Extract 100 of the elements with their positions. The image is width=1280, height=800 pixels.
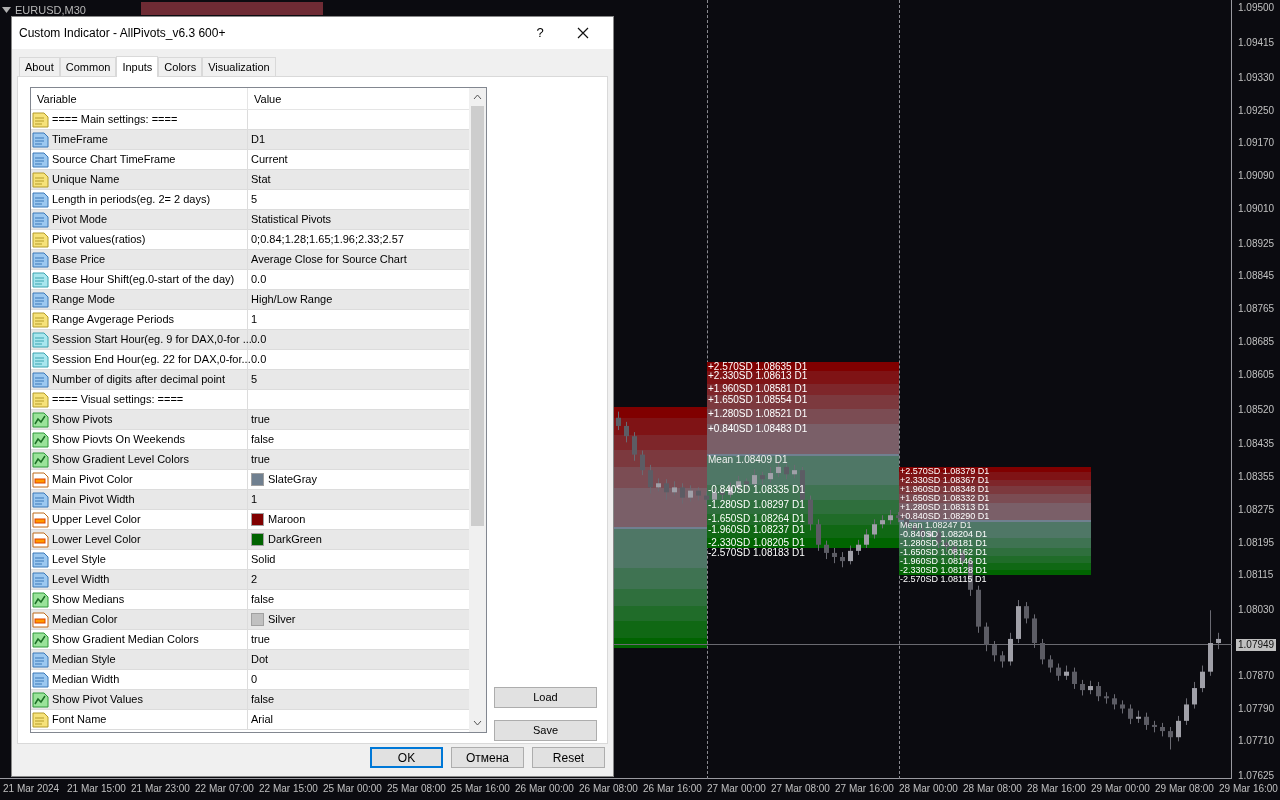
parameter-name[interactable]: Base Price <box>52 251 106 268</box>
parameter-value[interactable]: Average Close for Source Chart <box>251 251 407 268</box>
parameter-name[interactable]: Session Start Hour(eg. 9 for DAX,0-for ... <box>52 331 252 348</box>
parameter-value[interactable]: Arial <box>251 711 273 728</box>
parameter-name[interactable]: Show Gradient Level Colors <box>52 451 189 468</box>
parameter-name[interactable]: Show Pivot Values <box>52 691 143 708</box>
parameter-name[interactable]: Main Pivot Color <box>52 471 133 488</box>
parameter-name[interactable]: Median Style <box>52 651 116 668</box>
parameter-name[interactable]: Number of digits after decimal point <box>52 371 226 388</box>
parameter-type-icon <box>32 331 49 348</box>
parameter-name[interactable]: Show Piovts On Weekends <box>52 431 186 448</box>
parameter-name[interactable]: Upper Level Color <box>52 511 141 528</box>
time-axis-label: 22 Mar 15:00 <box>259 782 319 796</box>
parameter-value[interactable]: true <box>251 631 270 648</box>
parameter-name[interactable]: Unique Name <box>52 171 120 188</box>
pivot-level-label: -1.280SD 1.08297 D1 <box>708 500 805 509</box>
time-axis-label: 28 Mar 16:00 <box>1027 782 1087 796</box>
parameter-name[interactable]: Level Width <box>52 571 110 588</box>
tab[interactable]: About <box>19 57 60 76</box>
time-axis-label: 29 Mar 16:00 <box>1219 782 1279 796</box>
price-axis-label: 1.09250 <box>1237 104 1276 117</box>
parameter-value[interactable]: SlateGray <box>268 471 317 488</box>
parameter-value[interactable]: Dot <box>251 651 269 668</box>
parameter-name[interactable]: Range Avgerage Periods <box>52 311 175 328</box>
parameter-value[interactable]: Maroon <box>268 511 306 528</box>
parameter-value[interactable]: false <box>251 691 275 708</box>
pivot-level-label: Mean 1.08409 D1 <box>708 455 788 464</box>
parameter-name[interactable]: Base Hour Shift(eg.0-start of the day) <box>52 271 235 288</box>
dialog-button[interactable]: OK <box>370 747 443 768</box>
parameter-value[interactable]: 0 <box>251 671 258 688</box>
scrollbar[interactable] <box>469 88 486 732</box>
parameter-value[interactable]: Solid <box>251 551 276 568</box>
parameter-value[interactable]: true <box>251 411 270 428</box>
parameter-name[interactable]: Source Chart TimeFrame <box>52 151 176 168</box>
parameter-value[interactable]: Statistical Pivots <box>251 211 332 228</box>
parameter-name[interactable]: Lower Level Color <box>52 531 141 548</box>
parameter-value[interactable]: false <box>251 431 275 448</box>
parameter-name[interactable]: Pivot values(ratios) <box>52 231 146 248</box>
price-axis-label: 1.09090 <box>1237 170 1276 183</box>
price-axis-label: 1.07790 <box>1237 702 1276 715</box>
parameter-name[interactable]: Show Pivots <box>52 411 113 428</box>
parameter-name[interactable]: Range Mode <box>52 291 115 308</box>
parameter-name[interactable]: Main Pivot Width <box>52 491 135 508</box>
time-axis-label: 27 Mar 08:00 <box>771 782 831 796</box>
parameter-name[interactable]: Level Style <box>52 551 106 568</box>
tab[interactable]: Visualization <box>202 57 276 76</box>
parameter-value[interactable]: 2 <box>251 571 258 588</box>
price-axis-label: 1.08605 <box>1237 368 1276 381</box>
tab[interactable]: Colors <box>158 57 203 76</box>
help-button[interactable]: ? <box>520 19 560 47</box>
parameter-type-icon <box>32 371 49 388</box>
parameter-value[interactable]: 1 <box>251 491 258 508</box>
dialog-button[interactable]: Отмена <box>451 747 524 768</box>
parameter-name[interactable]: ==== Main settings: ==== <box>52 111 178 128</box>
price-axis-label: 1.07870 <box>1237 669 1276 682</box>
column-header[interactable]: Variable <box>31 88 248 109</box>
parameter-value[interactable]: DarkGreen <box>268 531 322 548</box>
parameter-value[interactable]: 0.0 <box>251 271 267 288</box>
tab[interactable]: Inputs <box>116 56 159 77</box>
parameter-name[interactable]: Length in periods(eg. 2= 2 days) <box>52 191 211 208</box>
parameter-type-icon <box>32 111 49 128</box>
parameter-value[interactable]: Silver <box>268 611 296 628</box>
parameter-value[interactable]: 0.0 <box>251 351 267 368</box>
time-axis-label: 21 Mar 2024 <box>3 782 61 796</box>
parameter-value[interactable]: true <box>251 451 270 468</box>
parameter-name[interactable]: Font Name <box>52 711 107 728</box>
parameter-name[interactable]: Session End Hour(eg. 22 for DAX,0-for... <box>52 351 251 368</box>
side-button[interactable]: Load <box>494 687 597 708</box>
dropdown-triangle-icon[interactable] <box>2 7 11 14</box>
price-axis-label: 1.08195 <box>1237 536 1276 549</box>
parameter-value[interactable]: 5 <box>251 191 258 208</box>
parameter-value[interactable]: 0;0.84;1.28;1.65;1.96;2.33;2.57 <box>251 231 404 248</box>
close-icon <box>577 27 589 39</box>
parameter-value[interactable]: 5 <box>251 371 258 388</box>
parameter-name[interactable]: ==== Visual settings: ==== <box>52 391 184 408</box>
parameter-name[interactable]: TimeFrame <box>52 131 108 148</box>
pivot-level-label: -1.650SD 1.08162 D1 <box>900 548 988 557</box>
side-button[interactable]: Save <box>494 720 597 741</box>
tab[interactable]: Common <box>59 57 117 76</box>
parameter-value[interactable]: Stat <box>251 171 271 188</box>
parameter-value[interactable]: false <box>251 591 275 608</box>
parameter-value[interactable]: 1 <box>251 311 258 328</box>
parameter-value[interactable]: 0.0 <box>251 331 267 348</box>
parameter-name[interactable]: Median Width <box>52 671 120 688</box>
pivot-level-label: Mean 1.08247 D1 <box>900 521 972 530</box>
parameter-value[interactable]: High/Low Range <box>251 291 333 308</box>
parameter-name[interactable]: Show Medians <box>52 591 125 608</box>
price-axis-label: 1.08685 <box>1237 336 1276 348</box>
pivot-level-label: +1.960SD 1.08348 D1 <box>900 485 990 494</box>
parameter-value[interactable]: D1 <box>251 131 266 148</box>
parameter-type-icon <box>32 411 49 428</box>
column-header[interactable]: Value <box>248 88 469 109</box>
scrollbar-thumb[interactable] <box>471 106 484 526</box>
dialog-button[interactable]: Reset <box>532 747 605 768</box>
pivot-level-label: +0.840SD 1.08290 D1 <box>900 512 990 521</box>
current-price-tag: 1.07949 <box>1236 639 1277 651</box>
parameter-name[interactable]: Median Color <box>52 611 118 628</box>
parameter-value[interactable]: Current <box>251 151 288 168</box>
parameter-name[interactable]: Pivot Mode <box>52 211 108 228</box>
parameter-name[interactable]: Show Gradient Median Colors <box>52 631 199 648</box>
